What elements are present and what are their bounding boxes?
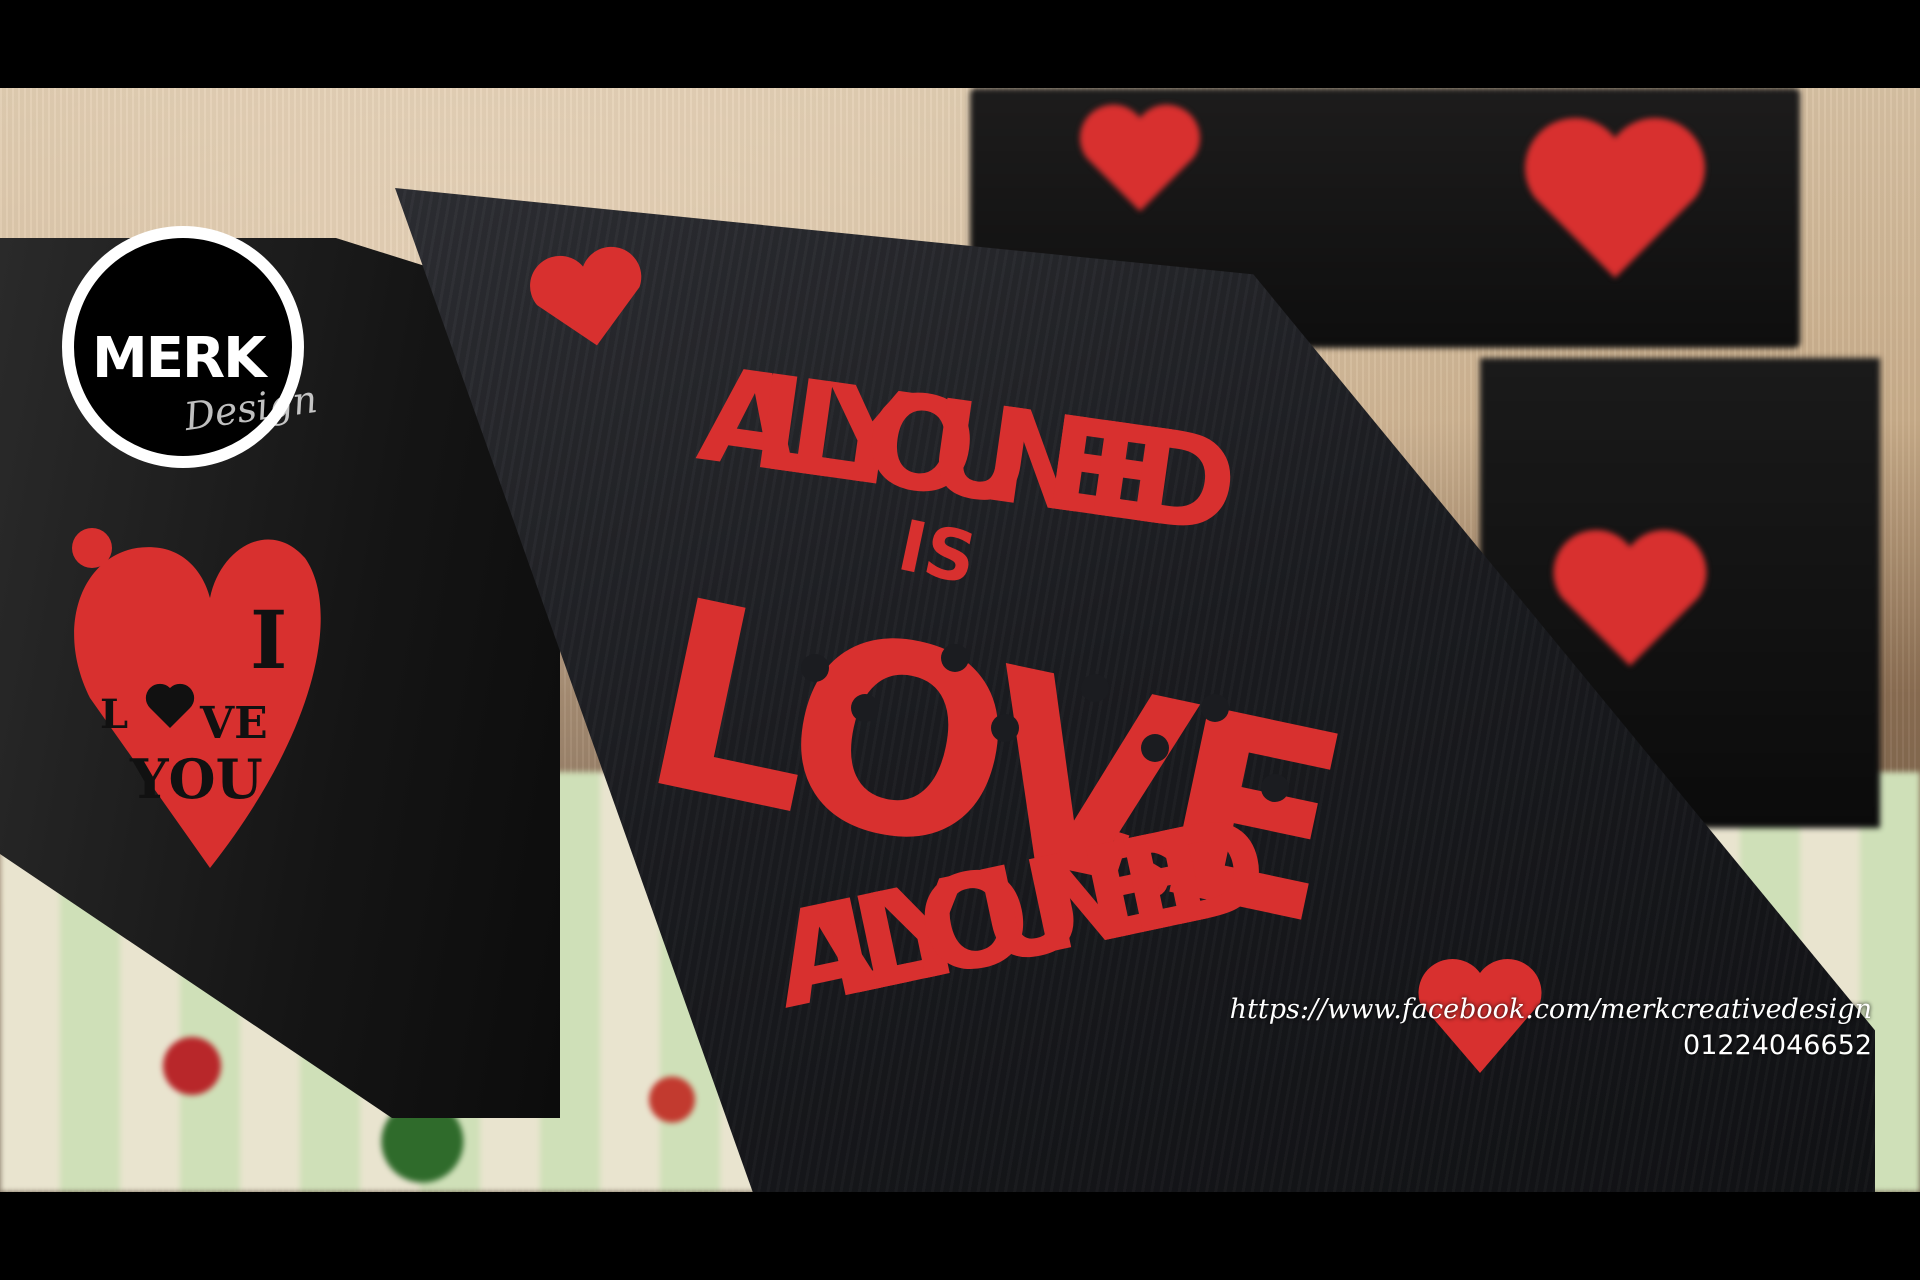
photo-frame: I L VE YOU ALL YOU NEED IS LOVE IS ALL Y… [0, 0, 1920, 1280]
i-love-you-heart: I L VE YOU [72, 528, 321, 868]
facebook-url: https://www.facebook.com/merkcreativedes… [1229, 994, 1872, 1025]
contact-info: https://www.facebook.com/merkcreativedes… [1230, 992, 1872, 1064]
heart-letters-ve: VE [199, 698, 268, 749]
heart-letter-l: L [100, 691, 128, 738]
heart-word-you: YOU [129, 747, 263, 811]
lid-word-is-1: IS [891, 504, 983, 600]
brand-name: MERK [92, 326, 266, 391]
heart-letter-i: I [250, 593, 287, 687]
brand-logo: MERK Design [62, 226, 320, 468]
product-photo: I L VE YOU ALL YOU NEED IS LOVE IS ALL Y… [0, 88, 1920, 1192]
phone-number: 01224046652 [1683, 1030, 1872, 1061]
lid-heart-top-icon [530, 246, 642, 346]
